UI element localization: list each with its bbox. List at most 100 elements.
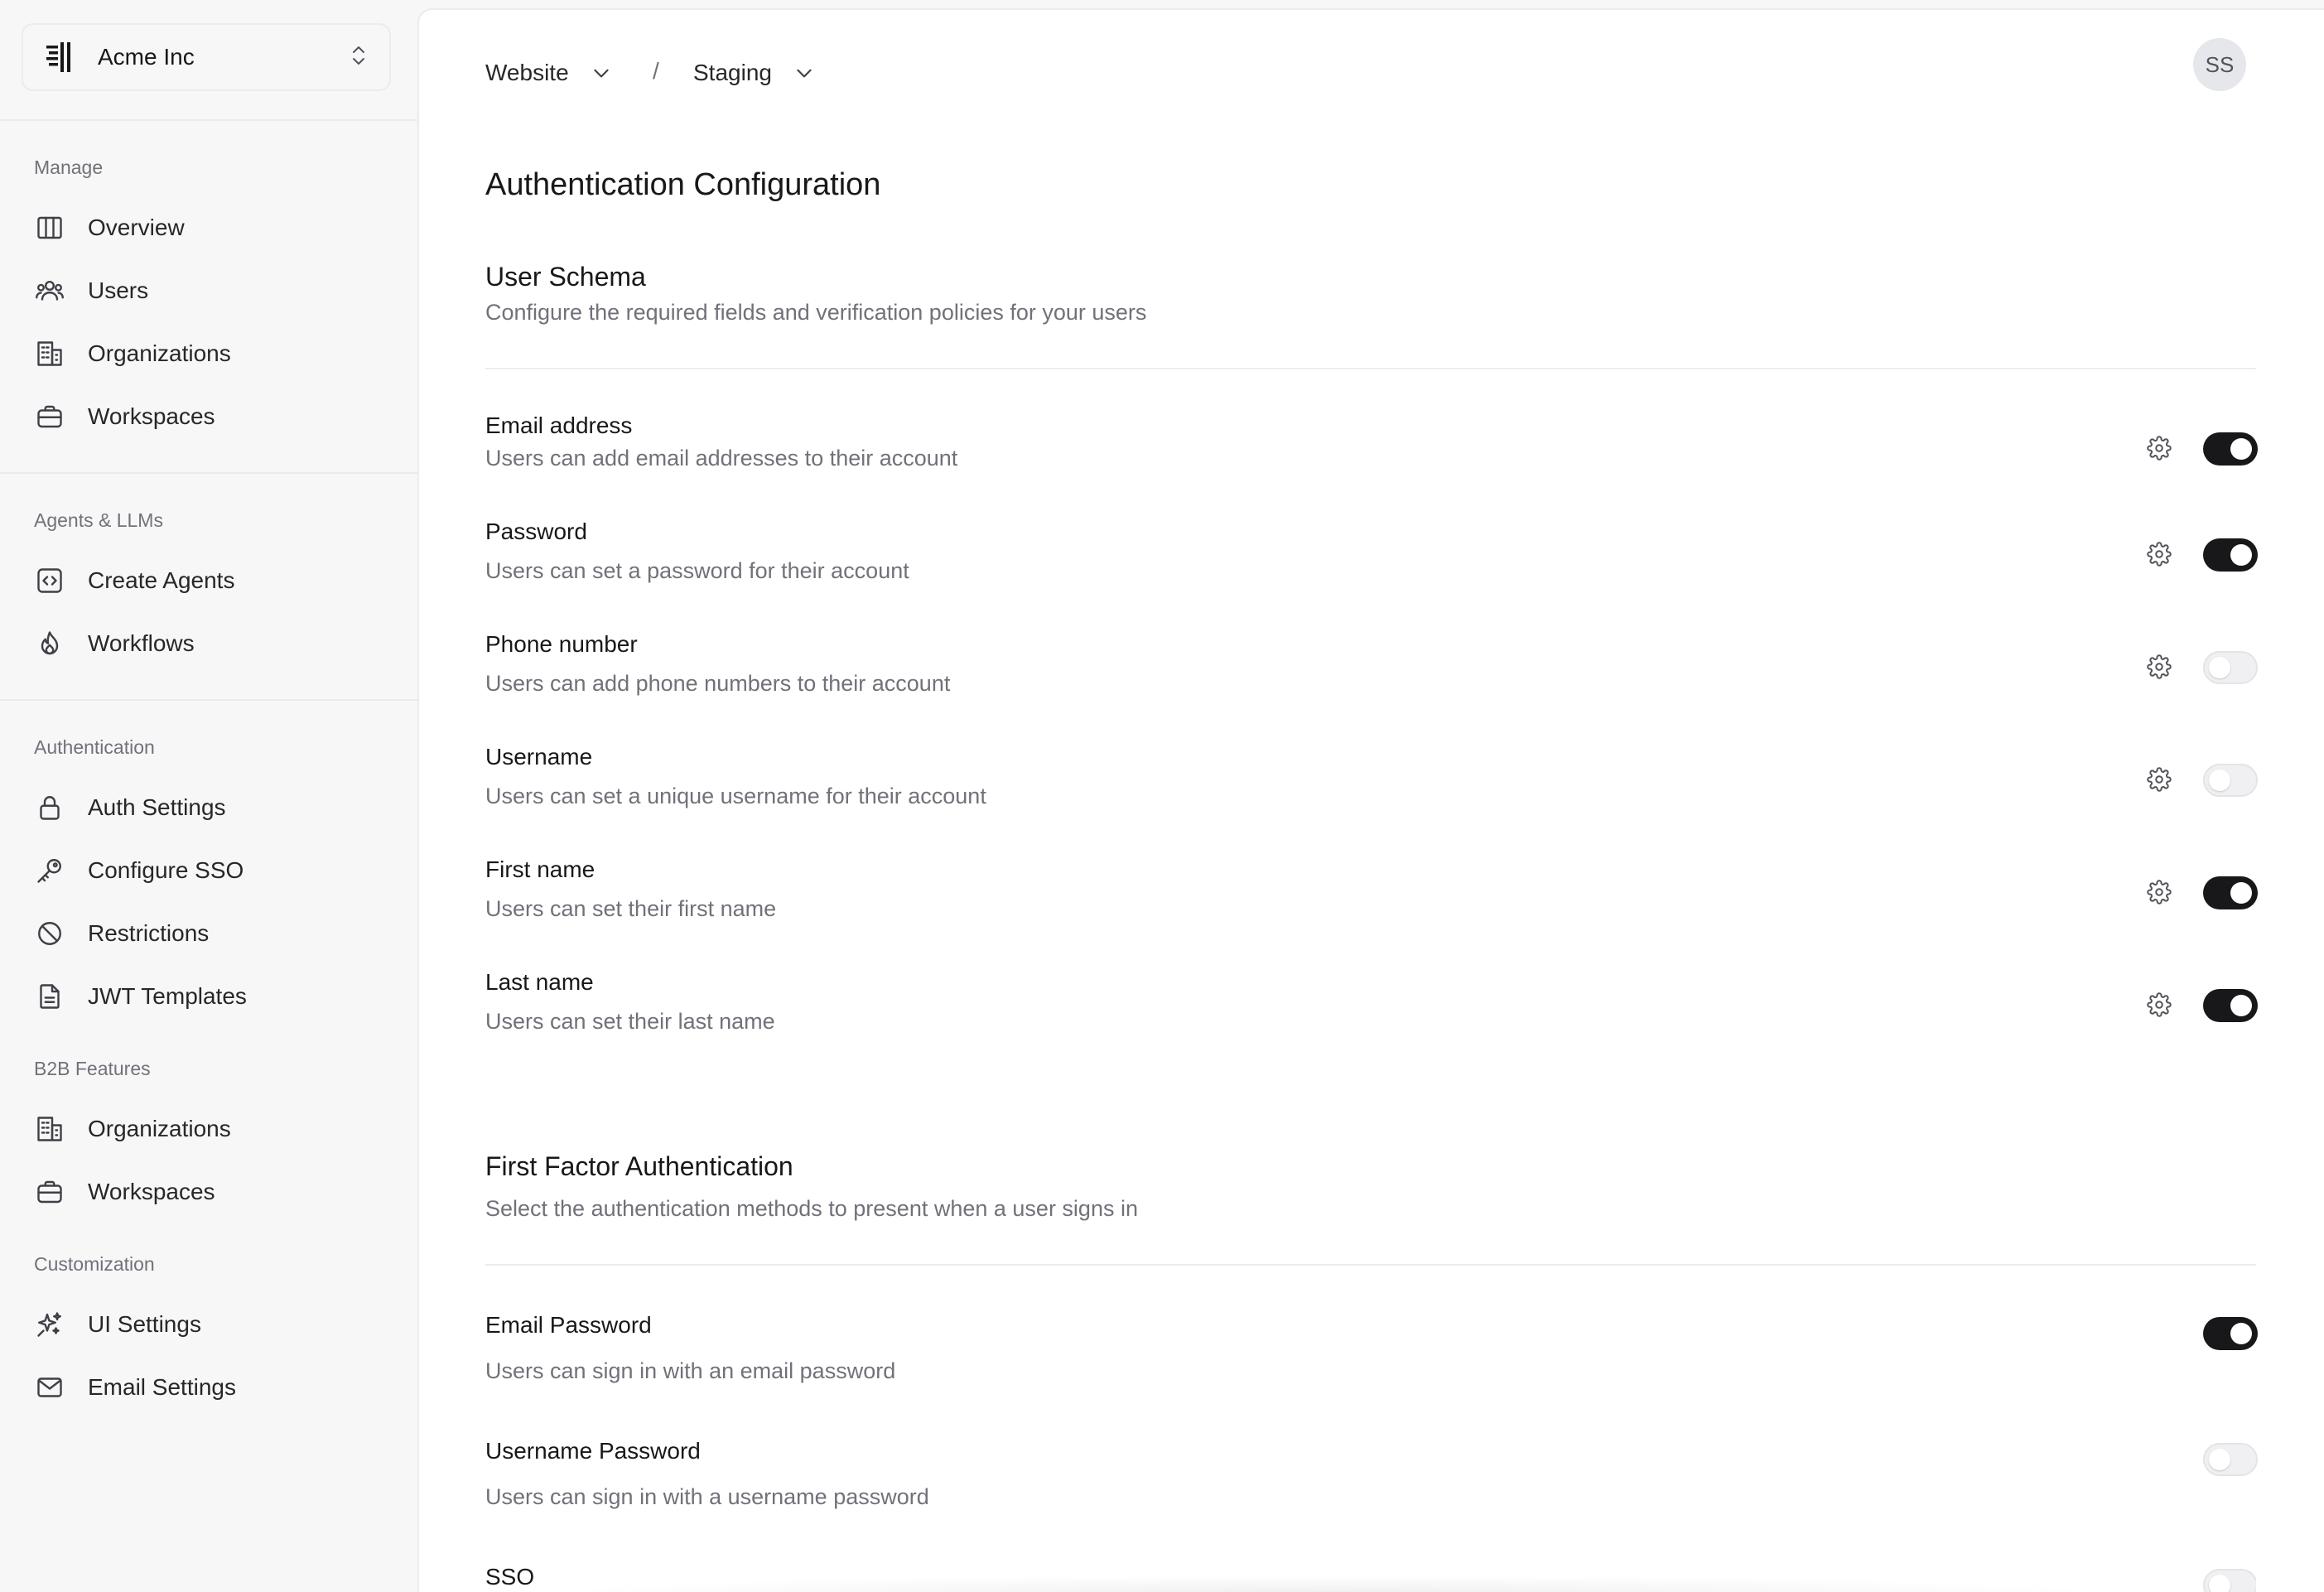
sidebar-heading-manage: Manage bbox=[34, 157, 104, 178]
field-title: Phone number bbox=[485, 631, 638, 657]
toggle-knob bbox=[2230, 995, 2252, 1016]
method-title: SSO bbox=[485, 1564, 535, 1590]
columns-icon bbox=[33, 211, 66, 244]
username-toggle[interactable] bbox=[2203, 764, 2258, 797]
schema-field-password: Password Users can set a password for th… bbox=[485, 519, 2258, 610]
section-divider bbox=[485, 1264, 2256, 1266]
sidebar-item-auth-settings[interactable]: Auth Settings bbox=[33, 787, 226, 828]
sidebar-item-label: Email Settings bbox=[88, 1374, 236, 1400]
sidebar-heading-b2b: B2B Features bbox=[34, 1058, 151, 1079]
sidebar-item-workflows[interactable]: Workflows bbox=[33, 623, 195, 664]
acme-logo-icon bbox=[43, 39, 76, 75]
sidebar-item-workspaces[interactable]: Workspaces bbox=[33, 396, 215, 437]
sidebar-item-label: Create Agents bbox=[88, 567, 235, 593]
field-title: Email address bbox=[485, 412, 633, 438]
toggle-knob bbox=[2230, 544, 2252, 566]
field-title: Last name bbox=[485, 969, 594, 995]
schema-field-email: Email address Users can add email addres… bbox=[485, 412, 2258, 504]
key-icon bbox=[33, 854, 66, 887]
toggle-knob bbox=[2230, 438, 2252, 460]
gear-icon[interactable] bbox=[2147, 654, 2173, 681]
sidebar-item-label: Organizations bbox=[88, 340, 231, 366]
schema-field-phone: Phone number Users can add phone numbers… bbox=[485, 631, 2258, 722]
field-description: Users can set their first name bbox=[485, 896, 777, 921]
section-title-user-schema: User Schema bbox=[485, 262, 646, 292]
user-avatar[interactable]: SS bbox=[2193, 38, 2246, 91]
method-description: Users can sign in with a username passwo… bbox=[485, 1484, 929, 1509]
sidebar-item-overview[interactable]: Overview bbox=[33, 207, 185, 248]
sidebar-item-label: Auth Settings bbox=[88, 794, 226, 820]
sidebar-item-ui-settings[interactable]: UI Settings bbox=[33, 1304, 201, 1345]
toggle-knob bbox=[2209, 657, 2230, 678]
field-title: Password bbox=[485, 519, 587, 544]
sidebar-item-label: JWT Templates bbox=[88, 983, 247, 1009]
flame-icon bbox=[33, 627, 66, 660]
sidebar-item-label: Workspaces bbox=[88, 403, 215, 429]
sidebar-item-create-agents[interactable]: Create Agents bbox=[33, 560, 234, 601]
sidebar-item-b2b-workspaces[interactable]: Workspaces bbox=[33, 1171, 215, 1213]
sidebar-item-label: Users bbox=[88, 277, 149, 303]
sidebar-item-label: Organizations bbox=[88, 1116, 231, 1141]
sidebar-item-b2b-organizations[interactable]: Organizations bbox=[33, 1108, 231, 1150]
users-icon bbox=[33, 274, 66, 307]
sidebar-item-configure-sso[interactable]: Configure SSO bbox=[33, 850, 243, 891]
chevron-down-icon bbox=[793, 62, 815, 84]
sidebar-divider bbox=[0, 472, 417, 474]
sidebar-heading-customization: Customization bbox=[34, 1253, 155, 1275]
phone-number-toggle[interactable] bbox=[2203, 651, 2258, 684]
field-description: Users can set a unique username for thei… bbox=[485, 784, 986, 808]
sparkles-icon bbox=[33, 1308, 66, 1341]
sidebar-heading-agents: Agents & LLMs bbox=[34, 509, 163, 531]
sso-toggle[interactable] bbox=[2203, 1569, 2256, 1592]
field-title: First name bbox=[485, 856, 595, 882]
breadcrumb-label: Staging bbox=[693, 60, 772, 85]
field-description: Users can set their last name bbox=[485, 1009, 775, 1034]
lock-icon bbox=[33, 791, 66, 824]
mail-icon bbox=[33, 1371, 66, 1404]
toggle-knob bbox=[2230, 1323, 2252, 1344]
method-title: Email Password bbox=[485, 1312, 652, 1338]
sidebar-item-jwt-templates[interactable]: JWT Templates bbox=[33, 976, 247, 1017]
schema-field-last-name: Last name Users can set their last name bbox=[485, 969, 2258, 1060]
briefcase-icon bbox=[33, 1175, 66, 1208]
sidebar-item-email-settings[interactable]: Email Settings bbox=[33, 1367, 236, 1408]
sidebar-item-organizations[interactable]: Organizations bbox=[33, 333, 231, 374]
username-password-toggle[interactable] bbox=[2203, 1443, 2258, 1476]
main-panel: Website / Staging SS Authentication Conf… bbox=[417, 8, 2324, 1592]
email-password-toggle[interactable] bbox=[2203, 1317, 2258, 1350]
toggle-knob bbox=[2230, 882, 2252, 904]
gear-icon[interactable] bbox=[2147, 992, 2173, 1019]
file-icon bbox=[33, 980, 66, 1013]
code-square-icon bbox=[33, 564, 66, 597]
gear-icon[interactable] bbox=[2147, 880, 2173, 906]
password-toggle[interactable] bbox=[2203, 538, 2258, 572]
breadcrumb-separator: / bbox=[653, 58, 659, 84]
first-name-toggle[interactable] bbox=[2203, 876, 2258, 909]
building-icon bbox=[33, 1112, 66, 1146]
ban-icon bbox=[33, 917, 66, 950]
schema-field-first-name: First name Users can set their first nam… bbox=[485, 856, 2258, 948]
sidebar-item-users[interactable]: Users bbox=[33, 270, 148, 311]
breadcrumb-project[interactable]: Website bbox=[485, 48, 612, 98]
gear-icon[interactable] bbox=[2147, 436, 2173, 462]
sidebar-divider bbox=[0, 699, 417, 701]
sidebar-item-label: Workspaces bbox=[88, 1179, 215, 1204]
sidebar-item-label: Overview bbox=[88, 215, 185, 240]
sidebar-heading-authentication: Authentication bbox=[34, 736, 155, 758]
auth-method-sso: SSO bbox=[485, 1564, 2256, 1592]
sidebar-divider bbox=[0, 119, 417, 121]
gear-icon[interactable] bbox=[2147, 542, 2173, 568]
section-title-first-factor: First Factor Authentication bbox=[485, 1151, 793, 1181]
last-name-toggle[interactable] bbox=[2203, 989, 2258, 1022]
email-address-toggle[interactable] bbox=[2203, 432, 2258, 466]
sidebar-item-label: UI Settings bbox=[88, 1311, 201, 1337]
toggle-knob bbox=[2209, 769, 2230, 791]
gear-icon[interactable] bbox=[2147, 767, 2173, 794]
sidebar-item-restrictions[interactable]: Restrictions bbox=[33, 913, 209, 954]
breadcrumb-environment[interactable]: Staging bbox=[693, 48, 815, 98]
section-divider bbox=[485, 368, 2256, 369]
org-switcher[interactable]: Acme Inc bbox=[22, 23, 391, 91]
org-name: Acme Inc bbox=[98, 44, 195, 70]
briefcase-icon bbox=[33, 400, 66, 433]
sidebar-item-label: Workflows bbox=[88, 630, 195, 656]
